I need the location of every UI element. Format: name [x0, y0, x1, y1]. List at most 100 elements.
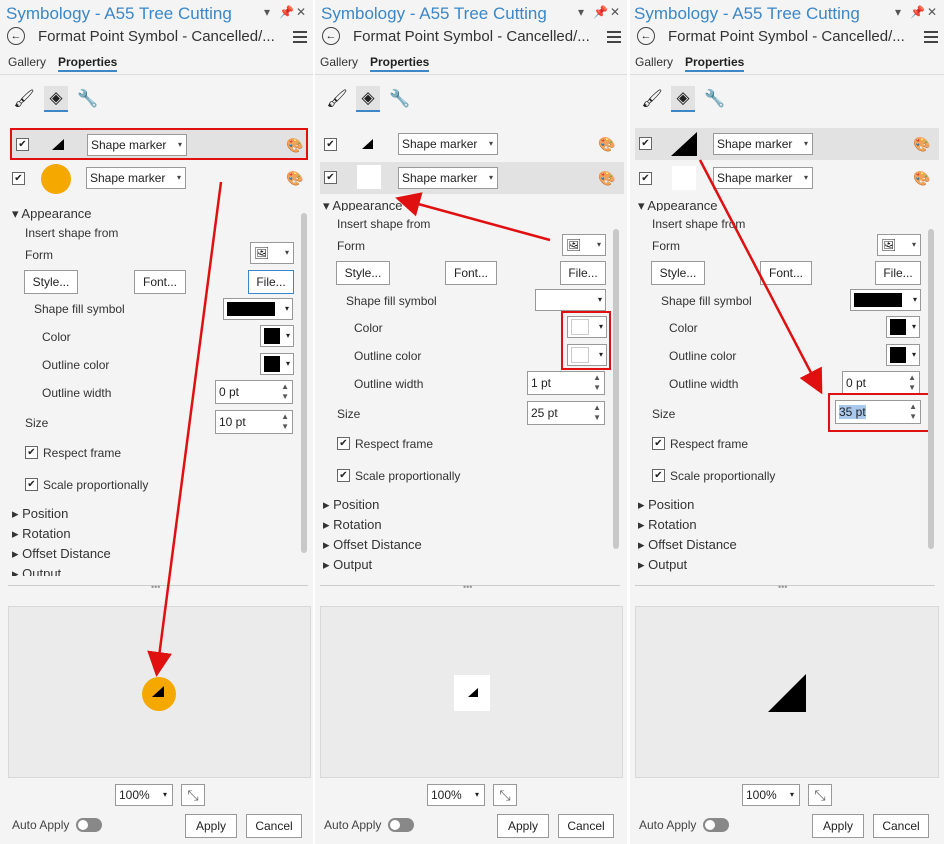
- zoom-dropdown[interactable]: 100% ▾: [427, 784, 485, 806]
- fit-to-window-icon[interactable]: ⤡: [181, 784, 205, 806]
- color-palette-icon[interactable]: 🎨: [913, 170, 930, 187]
- section-offset-distance[interactable]: ▸ Offset Distance: [638, 537, 737, 553]
- layer-visible-checkbox[interactable]: ✔: [324, 171, 337, 184]
- wrench-icon[interactable]: 🔧: [76, 86, 100, 112]
- spinner-arrows-icon[interactable]: ▲ ▼: [593, 373, 601, 393]
- outline-width-input[interactable]: 1 pt ▲ ▼: [527, 371, 605, 395]
- section-rotation[interactable]: ▸ Rotation: [638, 517, 697, 533]
- cancel-button[interactable]: Cancel: [246, 814, 302, 838]
- brush-icon[interactable]: 🖌: [325, 86, 349, 112]
- section-position[interactable]: ▸ Position: [323, 497, 379, 513]
- apply-button[interactable]: Apply: [497, 814, 549, 838]
- wrench-icon[interactable]: 🔧: [388, 86, 412, 112]
- cancel-button[interactable]: Cancel: [873, 814, 929, 838]
- shape-picker-dropdown[interactable]: 🖼 ▾: [250, 242, 294, 264]
- layer-visible-checkbox[interactable]: ✔: [324, 138, 337, 151]
- layer-row-2[interactable]: ✔ Shape marker ▾ 🎨: [635, 164, 931, 194]
- scrollbar[interactable]: [299, 203, 309, 573]
- splitter-grip-icon[interactable]: •••: [151, 582, 160, 592]
- layer-row-2[interactable]: ✔ Shape marker ▾ 🎨: [320, 162, 624, 194]
- color-palette-icon[interactable]: 🎨: [286, 137, 303, 154]
- auto-apply-toggle[interactable]: [703, 818, 729, 832]
- auto-apply-toggle[interactable]: [388, 818, 414, 832]
- file-button[interactable]: File...: [875, 261, 921, 285]
- tab-properties[interactable]: Properties: [370, 55, 430, 72]
- section-appearance[interactable]: ▾ Appearance: [12, 206, 92, 222]
- pin-icon[interactable]: 📌: [593, 5, 608, 19]
- scale-proportionally-checkbox[interactable]: ✔: [337, 469, 350, 482]
- color-palette-icon[interactable]: 🎨: [286, 170, 303, 187]
- size-input[interactable]: 25 pt ▲ ▼: [527, 401, 605, 425]
- style-button[interactable]: Style...: [336, 261, 390, 285]
- section-offset-distance[interactable]: ▸ Offset Distance: [323, 537, 422, 553]
- layer-row-2[interactable]: ✔ Shape marker ▾ 🎨: [8, 164, 304, 194]
- spinner-arrows-icon[interactable]: ▲ ▼: [909, 402, 917, 422]
- layer-visible-checkbox[interactable]: ✔: [639, 172, 652, 185]
- cancel-button[interactable]: Cancel: [558, 814, 614, 838]
- layer-type-dropdown[interactable]: Shape marker ▾: [713, 133, 813, 155]
- pin-icon[interactable]: 📌: [279, 5, 294, 19]
- spinner-arrows-icon[interactable]: ▲ ▼: [908, 373, 916, 393]
- outline-color-dropdown[interactable]: ▾: [260, 353, 294, 375]
- respect-frame-checkbox[interactable]: ✔: [652, 437, 665, 450]
- layer-visible-checkbox[interactable]: ✔: [12, 172, 25, 185]
- respect-frame-checkbox[interactable]: ✔: [25, 446, 38, 459]
- shape-picker-dropdown[interactable]: 🖼 ▾: [877, 234, 921, 256]
- apply-button[interactable]: Apply: [185, 814, 237, 838]
- splitter-grip-icon[interactable]: •••: [463, 582, 472, 592]
- style-button[interactable]: Style...: [651, 261, 705, 285]
- layer-visible-checkbox[interactable]: ✔: [639, 137, 652, 150]
- file-button[interactable]: File...: [248, 270, 294, 294]
- color-dropdown[interactable]: ▾: [260, 325, 294, 347]
- section-appearance[interactable]: ▾ Appearance: [638, 198, 718, 211]
- layer-type-dropdown[interactable]: Shape marker ▾: [398, 167, 498, 189]
- font-button[interactable]: Font...: [134, 270, 186, 294]
- section-rotation[interactable]: ▸ Rotation: [323, 517, 382, 533]
- section-output[interactable]: ▸ Output: [323, 557, 372, 573]
- close-icon[interactable]: ✕: [296, 5, 306, 19]
- layer-type-dropdown[interactable]: Shape marker ▾: [713, 167, 813, 189]
- layers-icon[interactable]: ◈: [44, 86, 68, 112]
- layers-icon[interactable]: ◈: [671, 86, 695, 112]
- scrollbar[interactable]: [611, 203, 621, 573]
- layer-visible-checkbox[interactable]: ✔: [16, 138, 29, 151]
- back-arrow-icon[interactable]: ←: [322, 27, 340, 45]
- brush-icon[interactable]: 🖌: [12, 86, 36, 112]
- respect-frame-checkbox[interactable]: ✔: [337, 437, 350, 450]
- shape-fill-dropdown[interactable]: ▾: [535, 289, 606, 311]
- scale-proportionally-checkbox[interactable]: ✔: [652, 469, 665, 482]
- layers-icon[interactable]: ◈: [356, 86, 380, 112]
- menu-icon[interactable]: [293, 28, 307, 46]
- size-input[interactable]: 35 pt ▲ ▼: [835, 400, 921, 424]
- layer-row-1[interactable]: ✔ Shape marker ▾ 🎨: [320, 130, 616, 160]
- menu-icon[interactable]: [924, 28, 938, 46]
- outline-width-input[interactable]: 0 pt ▲ ▼: [215, 380, 293, 404]
- shape-fill-dropdown[interactable]: ▾: [223, 298, 293, 320]
- size-input[interactable]: 10 pt ▲ ▼: [215, 410, 293, 434]
- section-output[interactable]: ▸ Output: [638, 557, 687, 573]
- zoom-dropdown[interactable]: 100% ▾: [115, 784, 173, 806]
- font-button[interactable]: Font...: [760, 261, 812, 285]
- auto-apply-toggle[interactable]: [76, 818, 102, 832]
- dropdown-arrow-icon[interactable]: ▾: [578, 5, 584, 19]
- section-rotation[interactable]: ▸ Rotation: [12, 526, 71, 542]
- wrench-icon[interactable]: 🔧: [703, 86, 727, 112]
- scale-proportionally-checkbox[interactable]: ✔: [25, 478, 38, 491]
- tab-gallery[interactable]: Gallery: [8, 55, 46, 69]
- close-icon[interactable]: ✕: [610, 5, 620, 19]
- layer-row-1[interactable]: ✔ Shape marker ▾ 🎨: [635, 128, 939, 160]
- font-button[interactable]: Font...: [445, 261, 497, 285]
- splitter-grip-icon[interactable]: •••: [778, 582, 787, 592]
- section-position[interactable]: ▸ Position: [638, 497, 694, 513]
- dropdown-arrow-icon[interactable]: ▾: [264, 5, 270, 19]
- color-palette-icon[interactable]: 🎨: [598, 136, 615, 153]
- scrollbar[interactable]: [926, 203, 936, 573]
- layer-type-dropdown[interactable]: Shape marker ▾: [87, 134, 187, 156]
- scroll-thumb[interactable]: [928, 229, 934, 549]
- dropdown-arrow-icon[interactable]: ▾: [895, 5, 901, 19]
- style-button[interactable]: Style...: [24, 270, 78, 294]
- tab-properties[interactable]: Properties: [58, 55, 118, 72]
- tab-properties[interactable]: Properties: [685, 55, 745, 72]
- outline-color-dropdown[interactable]: ▾: [886, 344, 920, 366]
- section-offset-distance[interactable]: ▸ Offset Distance: [12, 546, 111, 562]
